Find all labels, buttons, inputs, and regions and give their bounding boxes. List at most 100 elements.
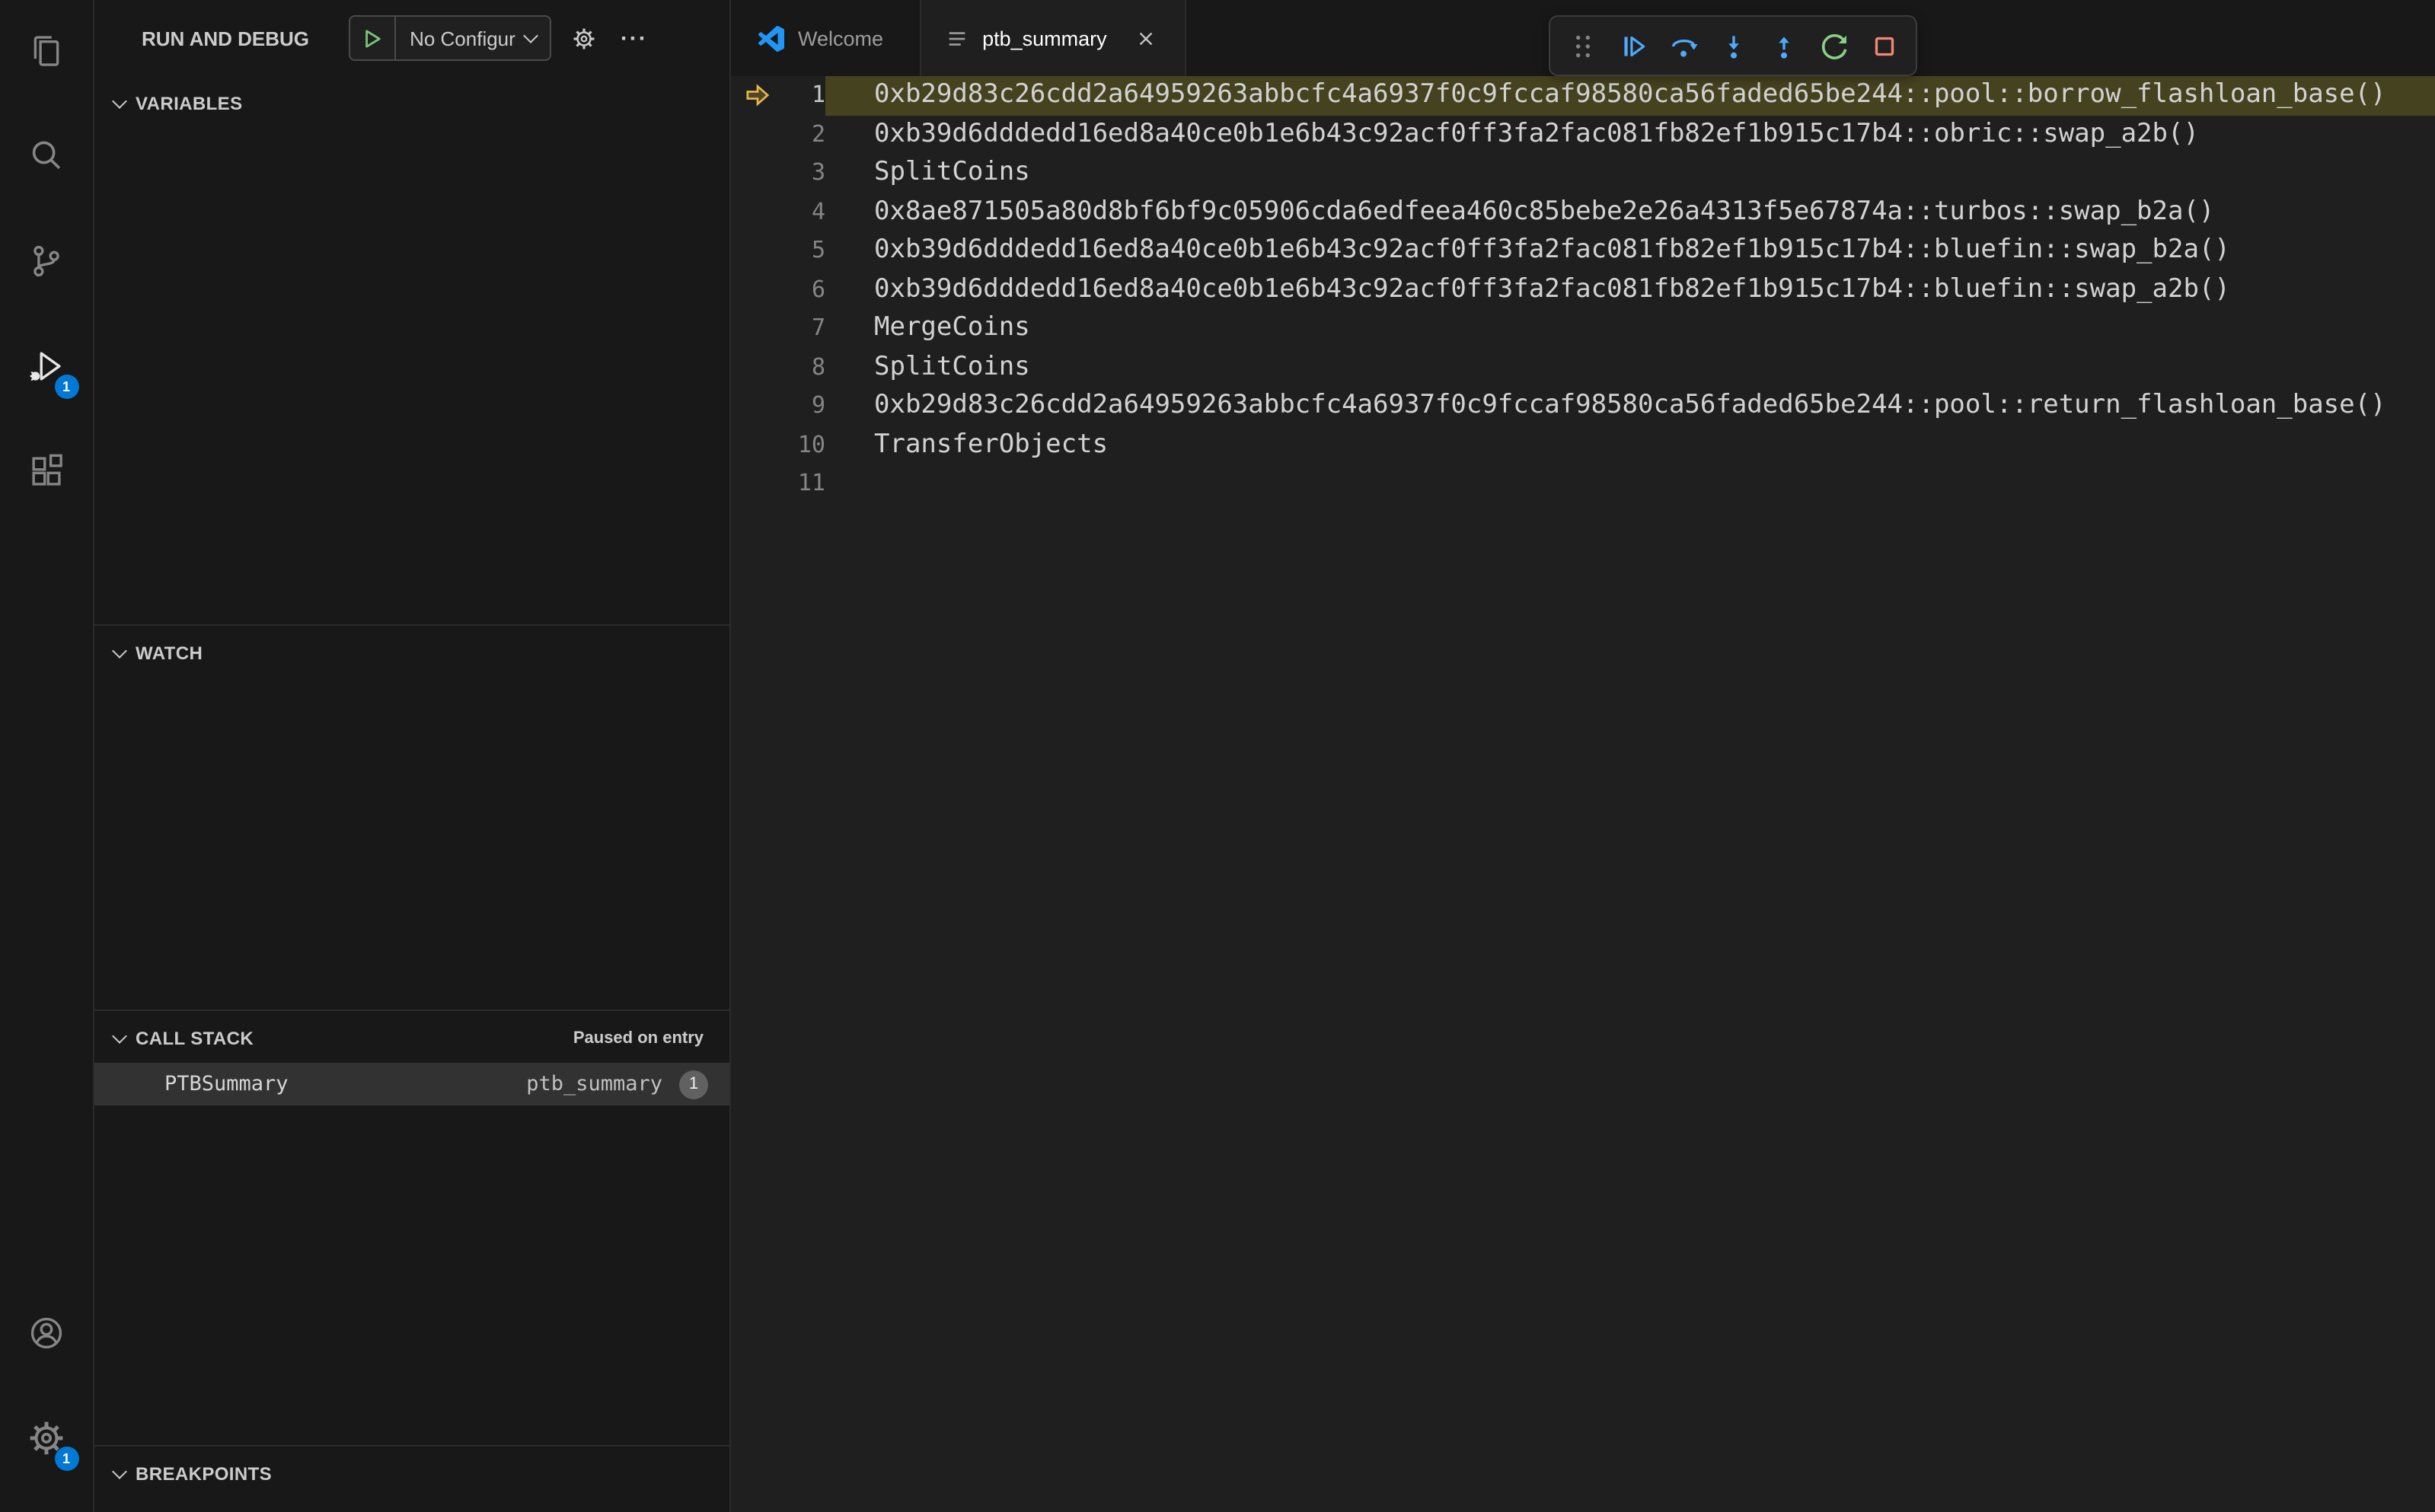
line-text: TransferObjects [874, 429, 1109, 459]
toolbar-drag-handle[interactable] [1559, 23, 1605, 69]
code-line[interactable]: 2 0xb39d6dddedd16ed8a40ce0b1e6b43c92acf0… [731, 115, 2435, 154]
chevron-down-icon [107, 643, 131, 659]
editor-area: Welcome ptb_summary 1 0xb29d83c26cdd2a64… [731, 0, 2435, 1512]
code-line[interactable]: 8 SplitCoins [731, 348, 2435, 387]
launch-configuration-control[interactable]: No Configur [349, 15, 552, 61]
play-icon [365, 29, 381, 47]
line-number: 11 [797, 469, 825, 496]
line-text: 0xb39d6dddedd16ed8a40ce0b1e6b43c92acf0ff… [874, 234, 2230, 265]
code-line[interactable]: 9 0xb29d83c26cdd2a64959263abbcfc4a6937f0… [731, 387, 2435, 426]
magnifier-icon [32, 140, 61, 169]
line-number: 5 [811, 236, 825, 263]
code-line[interactable]: 10 TransferObjects [731, 426, 2435, 464]
step-over-button[interactable] [1660, 23, 1706, 69]
line-number: 10 [797, 430, 825, 458]
debug-settings-gear-icon[interactable] [566, 20, 602, 56]
code-line[interactable]: 4 0x8ae871505a80d8bf6bf9c05906cda6edfeea… [731, 193, 2435, 231]
step-over-icon [1671, 39, 1697, 56]
chevron-down-icon[interactable] [523, 17, 551, 59]
close-icon[interactable] [1133, 24, 1160, 52]
step-out-icon [1778, 36, 1789, 58]
line-text: 0xb29d83c26cdd2a64959263abbcfc4a6937f0c9… [874, 390, 2386, 420]
line-number: 3 [811, 158, 825, 186]
account-person-icon [30, 1316, 62, 1348]
line-number: 1 [811, 81, 825, 108]
code-line[interactable]: 3 SplitCoins [731, 154, 2435, 193]
activity-bar-bottom: 1 [0, 1296, 93, 1474]
section-label: VARIABLES [136, 93, 243, 114]
debug-badge: 1 [54, 375, 78, 399]
variables-section: VARIABLES [94, 76, 729, 624]
frame-name: PTBSummary [164, 1072, 289, 1096]
breakpoints-section: BREAKPOINTS [94, 1445, 729, 1512]
line-text: 0xb39d6dddedd16ed8a40ce0b1e6b43c92acf0ff… [874, 118, 2199, 148]
section-label: BREAKPOINTS [136, 1463, 273, 1485]
chevron-down-icon [107, 1029, 131, 1044]
continue-button[interactable] [1610, 23, 1655, 69]
more-actions-icon[interactable]: ··· [616, 20, 653, 56]
extensions-icon[interactable] [10, 434, 83, 507]
run-debug-sidebar: RUN AND DEBUG No Configur ··· VARIABLES … [94, 0, 731, 1512]
start-debug-button[interactable] [350, 17, 397, 59]
pause-status: Paused on entry [573, 1029, 704, 1048]
code-line[interactable]: 1 0xb29d83c26cdd2a64959263abbcfc4a6937f0… [731, 76, 2435, 115]
sidebar-header: RUN AND DEBUG No Configur ··· [94, 0, 729, 76]
chevron-down-icon [107, 94, 131, 109]
line-number: 4 [811, 197, 825, 225]
watch-section-header[interactable]: WATCH [94, 633, 729, 673]
frame-badge: 1 [679, 1070, 708, 1099]
frame-source: ptb_summary [526, 1072, 662, 1096]
section-label: WATCH [136, 643, 203, 664]
code-line[interactable]: 5 0xb39d6dddedd16ed8a40ce0b1e6b43c92acf0… [731, 231, 2435, 270]
stop-icon [1874, 36, 1894, 56]
source-control-icon[interactable] [10, 224, 83, 297]
config-dropdown[interactable]: No Configur [396, 17, 526, 59]
step-out-button[interactable] [1760, 23, 1806, 69]
search-icon[interactable] [10, 119, 83, 192]
step-into-icon [1728, 35, 1738, 58]
line-text: MergeCoins [874, 312, 1030, 343]
line-number: 8 [811, 352, 825, 380]
code-editor: 1 0xb29d83c26cdd2a64959263abbcfc4a6937f0… [731, 76, 2435, 1512]
line-number: 6 [811, 275, 825, 302]
code-line[interactable]: 11 [731, 464, 2435, 503]
activity-bar: 1 1 [0, 0, 94, 1512]
call-stack-section: CALL STACK Paused on entry PTBSummary pt… [94, 1010, 729, 1445]
restart-icon [1821, 33, 1846, 59]
tab-label: Welcome [798, 27, 884, 49]
line-text: 0x8ae871505a80d8bf6bf9c05906cda6edfeea46… [874, 196, 2215, 226]
watch-section: WATCH [94, 624, 729, 1010]
run-and-debug-icon[interactable]: 1 [10, 329, 83, 402]
tab-ptb-summary[interactable]: ptb_summary [921, 0, 1186, 76]
explorer-icon[interactable] [10, 14, 83, 87]
files-icon [34, 35, 59, 65]
settings-gear-icon[interactable]: 1 [10, 1401, 83, 1474]
restart-button[interactable] [1811, 23, 1856, 69]
tab-label: ptb_summary [982, 27, 1107, 49]
git-branch-icon [34, 244, 59, 276]
line-number: 2 [811, 120, 825, 147]
call-stack-section-header[interactable]: CALL STACK Paused on entry [94, 1019, 729, 1058]
line-text: SplitCoins [874, 157, 1030, 187]
line-number: 7 [811, 314, 825, 341]
call-stack-frame[interactable]: PTBSummary ptb_summary 1 [94, 1063, 729, 1105]
vscode-logo-icon [758, 25, 784, 51]
tab-welcome[interactable]: Welcome [731, 0, 922, 76]
variables-section-header[interactable]: VARIABLES [94, 84, 729, 123]
debug-toolbar [1549, 15, 1917, 76]
line-text: SplitCoins [874, 351, 1030, 381]
section-label: CALL STACK [136, 1028, 254, 1049]
vscode-window: 1 1 RUN AND DEBUG No Configur ··· VARIAB… [0, 0, 2435, 1512]
sidebar-title: RUN AND DEBUG [142, 27, 310, 49]
accounts-icon[interactable] [10, 1296, 83, 1369]
line-text: 0xb29d83c26cdd2a64959263abbcfc4a6937f0c9… [825, 76, 2435, 115]
code-line[interactable]: 6 0xb39d6dddedd16ed8a40ce0b1e6b43c92acf0… [731, 270, 2435, 309]
breakpoints-section-header[interactable]: BREAKPOINTS [94, 1454, 729, 1494]
line-number: 9 [811, 391, 825, 419]
step-into-button[interactable] [1710, 23, 1756, 69]
extensions-squares-icon [32, 453, 62, 485]
settings-badge: 1 [54, 1447, 78, 1471]
line-text [825, 464, 2435, 503]
code-line[interactable]: 7 MergeCoins [731, 309, 2435, 348]
stop-button[interactable] [1861, 23, 1907, 69]
